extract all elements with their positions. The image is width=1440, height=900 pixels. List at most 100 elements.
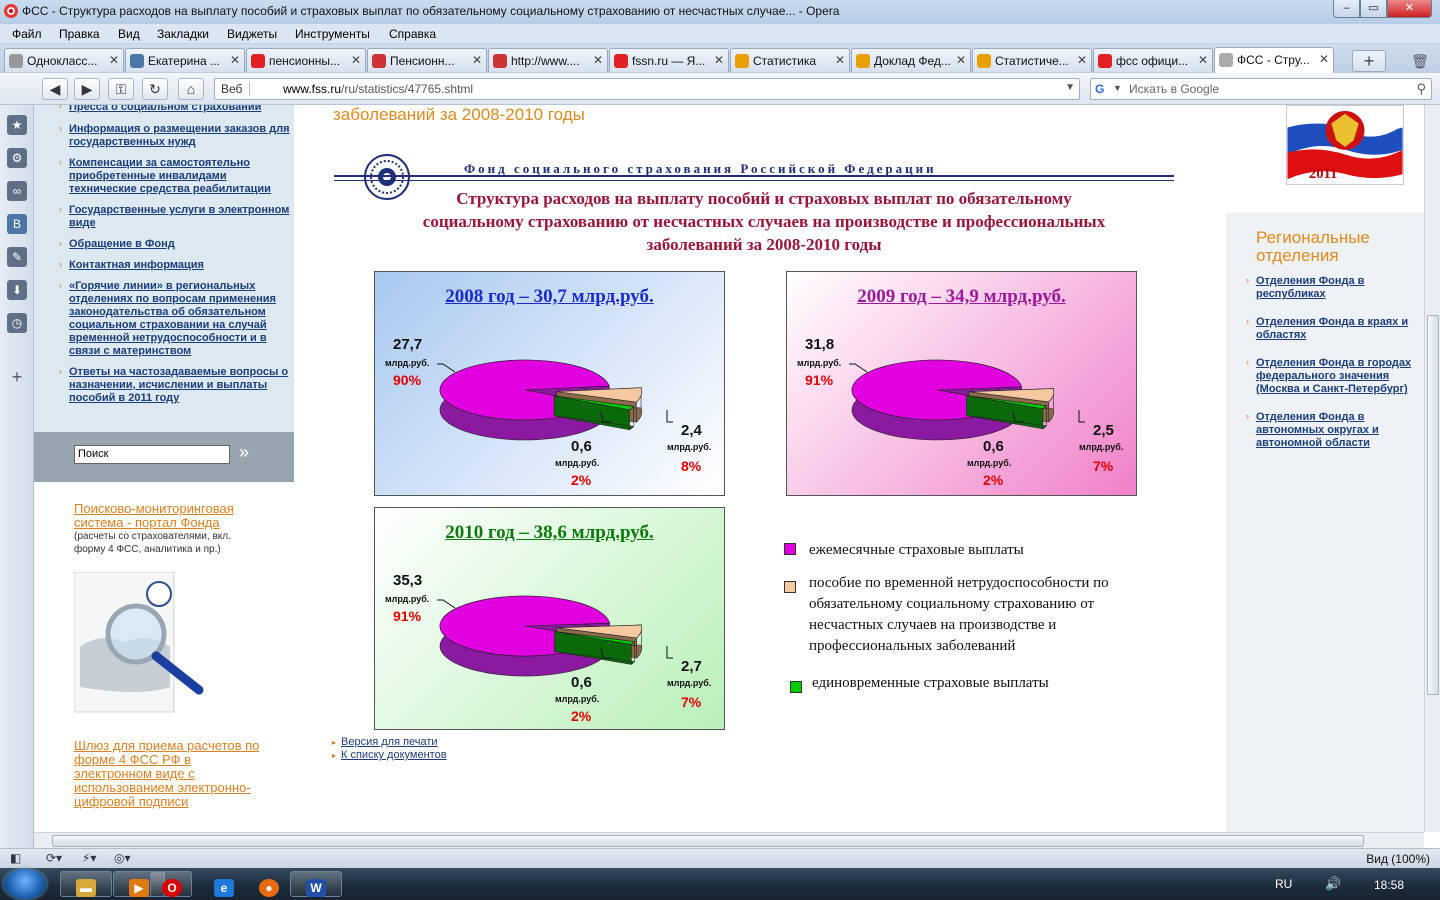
language-indicator[interactable]: RU <box>1275 877 1292 891</box>
menu-bookmarks[interactable]: Закладки <box>157 27 209 41</box>
nav-link[interactable]: Контактная информация <box>69 259 291 272</box>
nav-link[interactable]: Пресса о социальном страховании <box>69 105 291 114</box>
forward-button[interactable]: ▶ <box>74 78 100 100</box>
maximize-button[interactable]: ▭ <box>1360 0 1387 18</box>
close-tab-icon[interactable]: ✕ <box>1319 52 1329 66</box>
taskbar-word[interactable]: W <box>290 871 342 897</box>
site-search-button[interactable]: » <box>239 442 249 463</box>
menu-widgets[interactable]: Виджеты <box>227 27 277 41</box>
trash-icon[interactable]: 🗑 <box>1408 50 1432 72</box>
yandex-icon <box>251 54 265 68</box>
downloads-panel-icon[interactable]: ⬇ <box>7 280 27 300</box>
close-tab-icon[interactable]: ✕ <box>230 53 240 67</box>
widgets-panel-icon[interactable]: ⚙ <box>7 148 27 168</box>
vk-panel-icon[interactable]: В <box>7 214 27 234</box>
tab-item[interactable]: фсс офици... ✕ <box>1093 48 1213 72</box>
tab-item[interactable]: Доклад Фед... ✕ <box>851 48 971 72</box>
home-button[interactable]: ⌂ <box>178 78 204 100</box>
regional-link[interactable]: Отделения Фонда в краях и областях <box>1256 316 1424 342</box>
nav-link[interactable]: «Горячие линии» в региональных отделения… <box>69 280 291 358</box>
close-tab-icon[interactable]: ✕ <box>835 53 845 67</box>
page-title: заболеваний за 2008-2010 годы <box>333 105 585 124</box>
volume-icon[interactable]: 🔊 <box>1325 876 1341 892</box>
legend-label-allowance: пособие по временной нетрудоспособности … <box>809 575 1109 654</box>
search-map-image[interactable] <box>74 572 209 717</box>
back-button[interactable]: ◀ <box>42 78 68 100</box>
unite-panel-icon[interactable]: ∞ <box>7 181 27 201</box>
menu-help[interactable]: Справка <box>389 27 436 41</box>
print-version-link[interactable]: Версия для печати <box>341 736 438 748</box>
close-tab-icon[interactable]: ✕ <box>109 53 119 67</box>
close-tab-icon[interactable]: ✕ <box>1077 53 1087 67</box>
turbo-icon[interactable]: ⚡▾ <box>82 851 96 865</box>
close-tab-icon[interactable]: ✕ <box>472 53 482 67</box>
menu-view[interactable]: Вид <box>118 27 140 41</box>
tab-item[interactable]: Статистиче... ✕ <box>972 48 1092 72</box>
portal-link[interactable]: Поисково-мониторинговая система - портал… <box>74 502 264 530</box>
bookmarks-panel-icon[interactable]: ★ <box>7 115 27 135</box>
tab-item[interactable]: http://www.... ✕ <box>488 48 608 72</box>
taskbar-explorer[interactable]: ▬ <box>60 871 112 897</box>
nav-link[interactable]: Ответы на частозадаваемые вопросы о назн… <box>69 366 291 405</box>
tab-item[interactable]: пенсионны... ✕ <box>246 48 366 72</box>
gateway-link[interactable]: Шлюз для приема расчетов по форме 4 ФСС … <box>74 739 264 809</box>
taskbar-opera[interactable]: O <box>150 871 192 897</box>
start-button[interactable] <box>4 869 46 899</box>
tab-item[interactable]: ФСС - Стру... ✕ <box>1214 47 1334 73</box>
tab-item[interactable]: Екатерина ... ✕ <box>125 48 245 72</box>
regional-link[interactable]: Отделения Фонда в автономных округах и а… <box>1256 411 1424 450</box>
images-icon[interactable]: ◎▾ <box>114 851 131 865</box>
tab-item[interactable]: Статистика ✕ <box>730 48 850 72</box>
close-tab-icon[interactable]: ✕ <box>351 53 361 67</box>
regional-link[interactable]: Отделения Фонда в республиках <box>1256 275 1424 301</box>
left-column: › Пресса о социальном страховании › Инфо… <box>34 105 294 832</box>
vertical-scroll-thumb[interactable] <box>1427 315 1439 695</box>
nav-link[interactable]: Информация о размещении заказов для госу… <box>69 123 291 149</box>
key-icon[interactable]: ⚿ <box>108 78 134 100</box>
nav-link[interactable]: Государственные услуги в электронном вид… <box>69 204 291 230</box>
horizontal-scroll-thumb[interactable] <box>52 835 1364 847</box>
site-search-input[interactable]: Поиск <box>74 445 230 464</box>
history-panel-icon[interactable]: ◷ <box>7 313 27 333</box>
vertical-scrollbar[interactable] <box>1424 105 1440 832</box>
add-panel-icon[interactable]: + <box>7 367 27 387</box>
reload-button[interactable]: ↻ <box>142 78 168 100</box>
close-tab-icon[interactable]: ✕ <box>1198 53 1208 67</box>
sync-icon[interactable]: ⟳▾ <box>46 851 62 865</box>
tab-item[interactable]: fssn.ru — Я... ✕ <box>609 48 729 72</box>
close-tab-icon[interactable]: ✕ <box>593 53 603 67</box>
zoom-level[interactable]: Вид (100%) <box>1366 852 1430 866</box>
taskbar-firefox[interactable]: ● <box>243 871 295 897</box>
menu-file[interactable]: Файл <box>12 27 42 41</box>
close-tab-icon[interactable]: ✕ <box>714 53 724 67</box>
search-icon[interactable]: ⚲ <box>1416 81 1426 97</box>
menu-edit[interactable]: Правка <box>59 27 100 41</box>
search-field[interactable]: G ▼ Искать в Google ⚲ <box>1090 78 1432 100</box>
notes-panel-icon[interactable]: ✎ <box>7 247 27 267</box>
folder-icon: ▬ <box>76 879 96 897</box>
chevron-down-icon[interactable]: ▼ <box>1065 82 1075 93</box>
new-tab-button[interactable]: + <box>1352 50 1386 72</box>
nav-link[interactable]: Обращение в Фонд <box>69 238 291 251</box>
pie-chart <box>437 595 673 677</box>
regional-link[interactable]: Отделения Фонда в городах федерального з… <box>1256 357 1424 396</box>
clock[interactable]: 18:58 <box>1374 878 1404 892</box>
tab-item[interactable]: Пенсионн... ✕ <box>367 48 487 72</box>
slice-value-label: 2,5 <box>1093 422 1114 439</box>
back-to-list-link[interactable]: К списку документов <box>341 749 447 761</box>
leader-line <box>1078 410 1085 423</box>
window-title: ФСС - Структура расходов на выплату посо… <box>22 4 840 18</box>
chevron-down-icon[interactable]: ▼ <box>1113 83 1122 93</box>
tab-item[interactable]: Однокласс... ✕ <box>4 48 124 72</box>
panel-toggle-icon[interactable]: ◧ <box>10 851 21 865</box>
nav-link[interactable]: Компенсации за самостоятельно приобретен… <box>69 157 291 196</box>
menu-tools[interactable]: Инструменты <box>295 27 370 41</box>
address-field[interactable]: Веб www.fss.ru/ru/statistics/47765.shtml… <box>214 78 1080 100</box>
close-button[interactable]: ✕ <box>1387 0 1432 18</box>
horizontal-scrollbar[interactable] <box>34 832 1424 848</box>
google-icon[interactable]: G <box>1095 82 1109 96</box>
minimize-button[interactable]: – <box>1333 0 1360 18</box>
window-title-bar[interactable]: ФСС - Структура расходов на выплату посо… <box>0 0 1440 24</box>
tab-label: Однокласс... <box>27 54 98 68</box>
close-tab-icon[interactable]: ✕ <box>956 53 966 67</box>
